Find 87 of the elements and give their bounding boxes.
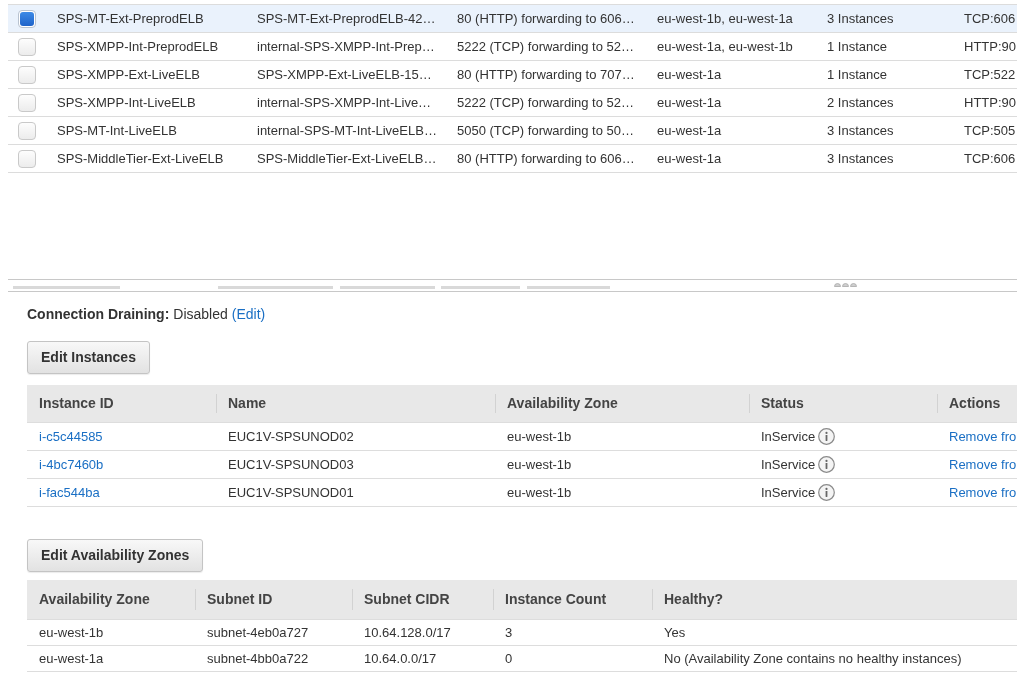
column-header: Availability Zone	[38, 590, 151, 609]
status-text: InService	[761, 427, 816, 446]
table-cell-text: 0	[504, 649, 514, 668]
table-cell-text: 10.64.0.0/17	[363, 649, 438, 668]
status-text: Disabled	[173, 305, 228, 323]
table-cell-text: TCP:522	[964, 65, 1017, 84]
table-cell-text: eu-west-1b	[506, 483, 573, 502]
table-cell-text: eu-west-1b, eu-west-1a	[657, 9, 794, 28]
table-cell-text: EUC1V-SPSUNOD03	[227, 455, 355, 474]
instance-id-link[interactable]: i-fac544ba	[39, 484, 100, 500]
instance-id-link[interactable]: i-4bc7460b	[39, 456, 104, 472]
table-cell-text: 3	[504, 623, 514, 642]
table-cell-text: eu-west-1a	[657, 93, 723, 112]
table-cell-text: 5050 (TCP) forwarding to 50…	[457, 121, 636, 140]
table-cell-text: SPS-MiddleTier-Ext-LiveELB	[57, 149, 225, 168]
table-cell-text: 3 Instances	[827, 9, 895, 28]
table-cell-text: EUC1V-SPSUNOD01	[227, 483, 355, 502]
table-cell-text: 3 Instances	[827, 121, 895, 140]
table-cell-text: eu-west-1a, eu-west-1b	[657, 37, 794, 56]
table-cell-text: HTTP:90	[964, 37, 1017, 56]
column-header: Instance ID	[38, 394, 115, 413]
table-cell-text: eu-west-1b	[506, 455, 573, 474]
table-cell-text: eu-west-1a	[657, 149, 723, 168]
table-cell-text: SPS-MT-Ext-PreprodELB-42…	[257, 9, 437, 28]
info-icon[interactable]	[818, 456, 836, 473]
table-cell-text: eu-west-1b	[506, 427, 573, 446]
checkbox[interactable]	[18, 121, 36, 140]
edit-link[interactable]: (Edit)	[231, 305, 266, 323]
instance-id-link[interactable]: i-c5c44585	[39, 428, 103, 444]
column-header: Subnet CIDR	[352, 580, 493, 619]
info-icon[interactable]	[818, 484, 836, 501]
table-cell-text: SPS-MT-Int-LiveELB	[57, 121, 178, 140]
column-header: Instance Count	[493, 580, 652, 619]
table-cell-text: 10.64.128.0/17	[363, 623, 452, 642]
table-cell-text: SPS-XMPP-Ext-LiveELB-15…	[257, 65, 433, 84]
connection-draining-label: Connection Draining:	[27, 305, 170, 323]
table-cell-text: TCP:505	[964, 121, 1017, 140]
table-row[interactable]: SPS-MT-Ext-PreprodELB SPS-MT-Ext-PreprodELB-42… 80 (HTTP) forwarding to 606… eu-west-1b, eu-west-1a 3 Instances TCP:606	[8, 5, 1017, 33]
table-cell-text: eu-west-1a	[657, 121, 723, 140]
checkbox[interactable]	[18, 93, 36, 112]
column-header: Name	[216, 385, 495, 422]
column-header: Status	[749, 385, 937, 422]
table-cell-text: EUC1V-SPSUNOD02	[227, 427, 355, 446]
info-icon[interactable]	[818, 428, 836, 445]
table-cell-text: HTTP:90	[964, 93, 1017, 112]
table-cell-text: 80 (HTTP) forwarding to 707…	[457, 65, 636, 84]
table-cell-text: SPS-XMPP-Ext-LiveELB	[57, 65, 202, 84]
remove-link[interactable]: Remove fro	[949, 456, 1017, 472]
table-cell-text: 80 (HTTP) forwarding to 606…	[457, 149, 636, 168]
table-cell-text: 5222 (TCP) forwarding to 52…	[457, 37, 636, 56]
table-cell-text: 1 Instance	[827, 65, 888, 84]
column-header: Actions	[937, 385, 1017, 422]
table-cell-text: subnet-4bb0a722	[206, 649, 310, 668]
table-cell-text: 2 Instances	[827, 93, 895, 112]
status-text: InService	[761, 483, 816, 502]
table-cell-text: TCP:606	[964, 149, 1017, 168]
table-cell-text: eu-west-1a	[38, 649, 105, 668]
remove-link[interactable]: Remove fro	[949, 484, 1017, 500]
table-cell-text: 80 (HTTP) forwarding to 606…	[457, 9, 636, 28]
edit-button[interactable]: Edit Availability Zones	[27, 539, 204, 572]
table-cell-text: TCP:606	[964, 9, 1017, 28]
checkbox[interactable]	[18, 65, 36, 84]
edit-button[interactable]: Edit Instances	[27, 341, 150, 374]
resize-handle-icon[interactable]	[834, 282, 858, 287]
table-cell-text: SPS-MiddleTier-Ext-LiveELB…	[257, 149, 438, 168]
table-cell-text: SPS-MT-Ext-PreprodELB	[57, 9, 205, 28]
table-cell-text: SPS-XMPP-Int-LiveELB	[57, 93, 197, 112]
table-cell-text: eu-west-1b	[38, 623, 105, 642]
table-cell-text: SPS-XMPP-Int-PreprodELB	[57, 37, 220, 56]
remove-link[interactable]: Remove fro	[949, 428, 1017, 444]
table-cell-text: 3 Instances	[827, 149, 895, 168]
table-cell-text: internal-SPS-MT-Int-LiveELB…	[257, 121, 438, 140]
table-cell-text: subnet-4eb0a727	[206, 623, 310, 642]
checkbox[interactable]	[18, 9, 36, 28]
column-header: Availability Zone	[495, 385, 749, 422]
status-text: InService	[761, 455, 816, 474]
table-cell-text: eu-west-1a	[657, 65, 723, 84]
checkbox[interactable]	[18, 149, 36, 168]
column-header: Healthy?	[652, 580, 1017, 619]
checkbox[interactable]	[18, 37, 36, 56]
table-cell-text: Yes	[663, 623, 687, 642]
table-cell-text: internal-SPS-XMPP-Int-Prep…	[257, 37, 436, 56]
table-cell-text: 5222 (TCP) forwarding to 52…	[457, 93, 636, 112]
column-header: Subnet ID	[195, 580, 352, 619]
table-cell-text: 1 Instance	[827, 37, 888, 56]
table-cell-text: internal-SPS-XMPP-Int-Live…	[257, 93, 433, 112]
table-cell-text: No (Availability Zone contains no healthy instances)	[663, 649, 963, 668]
